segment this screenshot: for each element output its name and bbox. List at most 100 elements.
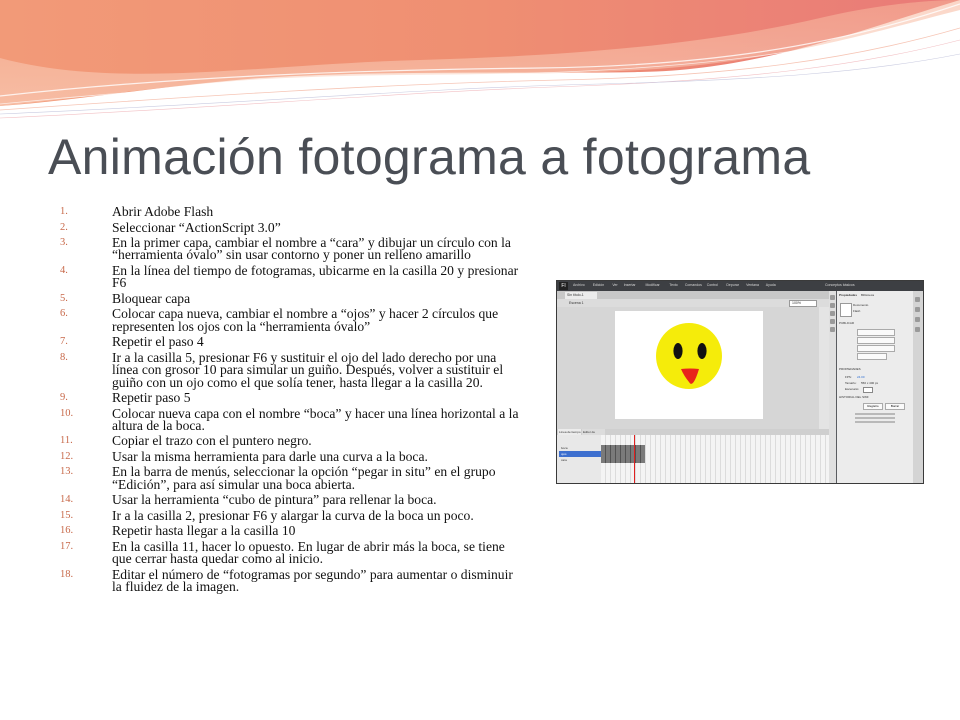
decorative-banner — [0, 0, 960, 119]
step-text: Ir a la casilla 2, presionar F6 y alarga… — [112, 507, 474, 523]
size-label: Tamaño: — [845, 381, 857, 385]
log-button[interactable]: Registro — [863, 403, 883, 410]
step-number: 3. — [60, 237, 68, 248]
step-item: 4. En la línea del tiempo de fotogramas, … — [60, 262, 522, 291]
clear-button[interactable]: Borrar — [885, 403, 905, 410]
library-tab[interactable]: Biblioteca — [861, 293, 874, 297]
menu-item[interactable]: Edición — [593, 283, 604, 287]
step-item: 14. Usar la herramienta “cubo de pintura”… — [60, 492, 522, 508]
step-text: Repetir el paso 4 — [112, 334, 204, 350]
step-number: 16. — [60, 525, 74, 537]
step-number: 4. — [60, 264, 68, 276]
step-item: 17. En la casilla 11, hacer lo opuesto. E… — [60, 540, 522, 566]
step-text: Repetir hasta llegar a la casilla 10 — [112, 523, 296, 539]
fps-label: FPS: — [845, 375, 852, 379]
stage-color-swatch[interactable] — [863, 387, 873, 393]
step-number: 2. — [60, 221, 68, 233]
step-item: 5. Bloquear capa — [60, 290, 522, 306]
tool-icon[interactable] — [830, 295, 835, 300]
step-item: 3. En la primer capa, cambiar el nombre a… — [60, 235, 522, 263]
step-text: Seleccionar “ActionScript 3.0” — [112, 219, 281, 235]
step-text: Editar el número de “fotogramas por segu… — [112, 566, 513, 595]
document-icon — [840, 303, 852, 317]
panel-icon[interactable] — [915, 327, 920, 332]
step-item: 18. Editar el número de “fotogramas por s… — [60, 566, 522, 595]
step-number: 10. — [60, 407, 74, 419]
menu-bar: Fl Archivo Edición Ver Insertar Modificar Tex… — [557, 281, 923, 291]
step-item: 6. Colocar capa nueva, cambiar el nombre … — [60, 306, 522, 334]
document-tab[interactable]: Sin título-1 — [565, 292, 597, 299]
menu-item[interactable]: Ventana — [746, 283, 759, 287]
step-text: Repetir paso 5 — [112, 390, 191, 406]
menu-item[interactable]: Comandos — [685, 283, 702, 287]
menu-item[interactable]: Texto — [669, 283, 677, 287]
step-item: 10. Colocar nueva capa con el nombre “boc… — [60, 405, 522, 433]
scene-label: Escena 1 — [569, 301, 584, 305]
step-item: 12. Usar la misma herramienta para darle … — [60, 448, 522, 464]
step-text: Colocar capa nueva, cambiar el nombre a … — [112, 306, 499, 334]
stage[interactable] — [615, 311, 763, 419]
step-item: 11. Copiar el trazo con el puntero negro. — [60, 433, 522, 449]
step-item: 15. Ir a la casilla 2, presionar F6 y ala… — [60, 507, 522, 523]
layer-cara[interactable]: cara — [559, 457, 601, 463]
step-item: 2. Seleccionar “ActionScript 3.0” — [60, 219, 522, 235]
history-line — [855, 413, 895, 415]
tool-icon[interactable] — [830, 311, 835, 316]
player-field[interactable] — [857, 337, 895, 344]
history-line — [855, 421, 895, 423]
history-line — [855, 417, 895, 419]
vertical-scrollbar[interactable] — [819, 307, 829, 429]
step-number: 11. — [60, 435, 73, 447]
publish-field[interactable] — [857, 329, 895, 336]
step-text: En la primer capa, cambiar el nombre a “… — [112, 235, 511, 263]
step-number: 8. — [60, 351, 68, 363]
menu-item[interactable]: Insertar — [624, 283, 636, 287]
step-number: 15. — [60, 509, 74, 521]
properties-panel: Propiedades Biblioteca Documento Flash P… — [837, 291, 913, 483]
step-number: 13. — [60, 466, 74, 478]
zoom-select[interactable]: 100% — [789, 300, 817, 307]
fps-value[interactable]: 24.00 — [857, 375, 865, 379]
step-number: 18. — [60, 568, 74, 580]
step-text: Ir a la casilla 5, presionar F6 y sustit… — [112, 349, 504, 390]
document-label: Documento — [853, 303, 869, 307]
panel-icon[interactable] — [915, 317, 920, 322]
publish-heading: PUBLICAR — [839, 321, 855, 325]
step-number: 9. — [60, 392, 68, 404]
panel-icon[interactable] — [915, 297, 920, 302]
tool-icon[interactable] — [830, 327, 835, 332]
menu-item[interactable]: Ver — [612, 283, 617, 287]
frames-cara[interactable] — [601, 457, 645, 463]
smiley-face — [656, 323, 722, 389]
menu-item[interactable]: Control — [707, 283, 718, 287]
step-number: 1. — [60, 206, 68, 217]
menu-item[interactable]: Archivo — [573, 283, 585, 287]
right-eye — [697, 343, 707, 359]
history-heading: HISTORIAL DEL SWF — [839, 395, 869, 399]
menu-item[interactable]: Depurar — [726, 283, 739, 287]
step-text: Copiar el trazo con el puntero negro. — [112, 433, 312, 449]
step-number: 6. — [60, 308, 68, 320]
step-item: 8. Ir a la casilla 5, presionar F6 y sust… — [60, 349, 522, 390]
left-eye — [673, 343, 683, 359]
step-number: 12. — [60, 450, 74, 462]
timeline-panel: Línea de tiempo Editor de movimiento boc… — [557, 429, 829, 483]
step-number: 17. — [60, 540, 74, 552]
step-item: 1. Abrir Adobe Flash — [60, 204, 522, 218]
props-tab[interactable]: Propiedades — [839, 293, 857, 297]
tool-icon[interactable] — [830, 319, 835, 324]
step-text: Colocar nueva capa con el nombre “boca” … — [112, 405, 519, 433]
flash-screenshot: Fl Archivo Edición Ver Insertar Modificar Tex… — [556, 280, 924, 484]
class-field[interactable] — [857, 353, 887, 360]
panel-icon[interactable] — [915, 307, 920, 312]
step-text: Usar la herramienta “cubo de pintura” pa… — [112, 492, 437, 508]
step-text: Bloquear capa — [112, 290, 191, 306]
step-text: En la línea del tiempo de fotogramas, ub… — [112, 262, 519, 291]
script-field[interactable] — [857, 345, 895, 352]
step-item: 16. Repetir hasta llegar a la casilla 10 — [60, 523, 522, 539]
menu-item[interactable]: Ayuda — [766, 283, 776, 287]
step-text: Usar la misma herramienta para darle una… — [112, 448, 428, 464]
menu-item[interactable]: Modificar — [646, 283, 660, 287]
playhead[interactable] — [634, 435, 635, 483]
tool-icon[interactable] — [830, 303, 835, 308]
